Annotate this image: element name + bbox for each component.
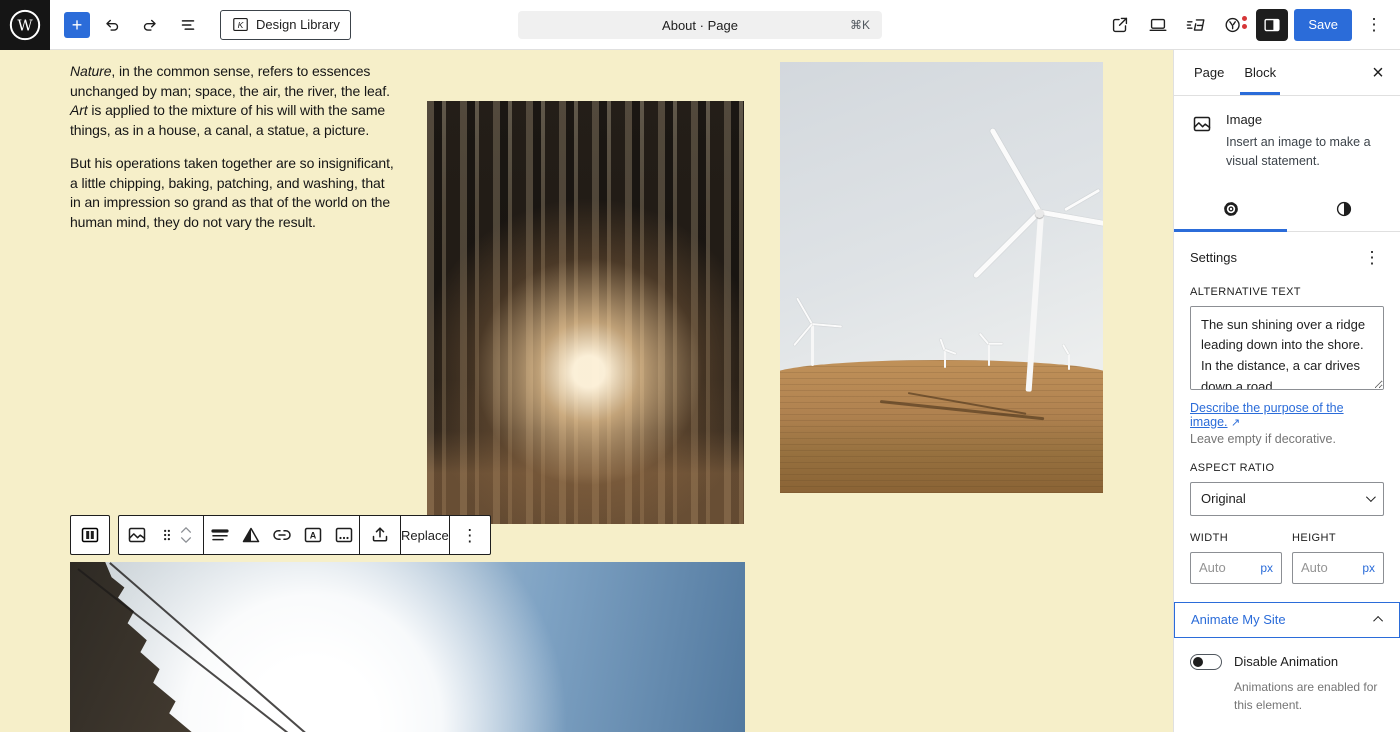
drag-handle-icon[interactable] — [155, 516, 179, 554]
command-palette-button[interactable]: About · Page ⌘K — [518, 11, 882, 39]
undo-icon[interactable] — [96, 9, 128, 41]
aspect-ratio-value: Original — [1201, 491, 1246, 506]
disable-animation-toggle[interactable] — [1190, 653, 1222, 670]
block-inserter-button[interactable]: + — [64, 11, 90, 38]
italic-word: Art — [70, 102, 88, 118]
svg-text:K: K — [238, 20, 245, 30]
caption-icon[interactable] — [328, 516, 359, 554]
yoast-notification-badge — [1242, 15, 1248, 29]
settings-sidebar: Page Block × Image Insert an image to ma… — [1173, 50, 1400, 732]
move-down-icon — [180, 537, 192, 543]
paragraph-blocks[interactable]: Nature, in the common sense, refers to e… — [70, 62, 398, 232]
field-ground — [780, 360, 1103, 493]
alt-text-help-link[interactable]: Describe the purpose of the image. — [1190, 401, 1344, 429]
wordpress-logo-icon[interactable]: W — [0, 0, 50, 50]
image-block-icon[interactable] — [119, 516, 155, 554]
document-title: About · Page — [662, 17, 738, 33]
text-over-image-icon[interactable]: A — [297, 516, 328, 554]
design-library-label: Design Library — [256, 17, 340, 32]
chevron-up-icon — [1373, 615, 1384, 626]
svg-text:A: A — [309, 531, 316, 541]
editor-canvas[interactable]: Nature, in the common sense, refers to e… — [0, 50, 1173, 732]
align-icon[interactable] — [204, 516, 235, 554]
height-label: Height — [1292, 531, 1336, 544]
block-card-title: Image — [1226, 112, 1263, 127]
upload-icon[interactable] — [360, 516, 400, 554]
design-library-button[interactable]: K Design Library — [220, 9, 351, 40]
tab-styles-contrast-icon[interactable] — [1287, 187, 1400, 231]
save-button[interactable]: Save — [1294, 8, 1352, 41]
move-up-icon — [180, 527, 192, 533]
width-unit: px — [1260, 560, 1273, 575]
design-library-icon: K — [231, 15, 250, 34]
animate-my-site-panel-toggle[interactable]: Animate My Site — [1174, 601, 1400, 638]
editor-top-bar: W + K Design Library About · Page ⌘K Sav… — [0, 0, 1400, 50]
replace-button[interactable]: Replace — [401, 516, 449, 554]
width-input[interactable] — [1199, 560, 1257, 575]
width-label: Width — [1190, 531, 1229, 544]
block-card-description: Insert an image to make a visual stateme… — [1226, 135, 1371, 168]
sidebar-tabs: Page Block × — [1174, 50, 1400, 96]
paragraph-1[interactable]: Nature, in the common sense, refers to e… — [70, 62, 398, 140]
chevron-down-icon — [1365, 492, 1376, 503]
animate-my-site-topbar-icon[interactable] — [1180, 9, 1212, 41]
command-shortcut: ⌘K — [849, 18, 870, 32]
alt-text-hint: Leave empty if decorative. — [1190, 431, 1336, 446]
tab-settings-gear-icon[interactable] — [1174, 187, 1287, 232]
external-link-arrow-icon[interactable]: ↗ — [1231, 417, 1240, 429]
view-site-icon[interactable] — [1104, 9, 1136, 41]
height-unit: px — [1362, 560, 1375, 575]
settings-sidebar-toggle[interactable] — [1256, 8, 1289, 41]
settings-options-icon[interactable]: ⋮ — [1360, 246, 1384, 270]
close-sidebar-icon[interactable]: × — [1362, 57, 1394, 89]
redo-icon[interactable] — [134, 9, 166, 41]
tab-block[interactable]: Block — [1234, 50, 1286, 95]
image-block-icon — [1190, 112, 1214, 171]
tab-page[interactable]: Page — [1184, 50, 1234, 95]
aspect-ratio-label: Aspect ratio — [1190, 461, 1275, 474]
italic-word: Nature — [70, 63, 112, 79]
block-card: Image Insert an image to make a visual s… — [1174, 96, 1400, 187]
sun-ridge-image[interactable] — [70, 562, 745, 732]
link-icon[interactable] — [266, 516, 297, 554]
forest-image[interactable] — [427, 101, 744, 524]
disable-animation-label: Disable Animation — [1234, 654, 1339, 669]
animation-help-text: Animations are enabled for this element. — [1234, 679, 1378, 713]
document-overview-icon[interactable] — [172, 9, 204, 41]
duotone-filter-icon[interactable] — [235, 516, 266, 554]
svg-text:W: W — [17, 16, 33, 34]
yoast-seo-icon[interactable] — [1218, 9, 1250, 41]
animate-my-site-title: Animate My Site — [1191, 612, 1286, 627]
options-menu-icon[interactable]: ⋮ — [1358, 9, 1390, 41]
select-parent-gallery-button[interactable] — [70, 515, 110, 555]
aspect-ratio-select[interactable]: Original — [1190, 481, 1384, 516]
alt-text-label: Alternative text — [1190, 285, 1301, 298]
alt-text-input[interactable]: The sun shining over a ridge leading dow… — [1190, 305, 1384, 390]
block-toolbar: A Replace ⋮ — [70, 515, 491, 555]
block-options-icon[interactable]: ⋮ — [450, 516, 490, 554]
preview-icon[interactable] — [1142, 9, 1174, 41]
height-input[interactable] — [1301, 560, 1359, 575]
move-block-control[interactable] — [179, 516, 203, 554]
settings-styles-tabs — [1174, 187, 1400, 232]
tree-ridge-silhouette — [70, 562, 192, 732]
paragraph-2[interactable]: But his operations taken together are so… — [70, 154, 398, 232]
wind-turbine-image[interactable] — [780, 62, 1103, 493]
settings-panel-title: Settings — [1190, 250, 1237, 265]
